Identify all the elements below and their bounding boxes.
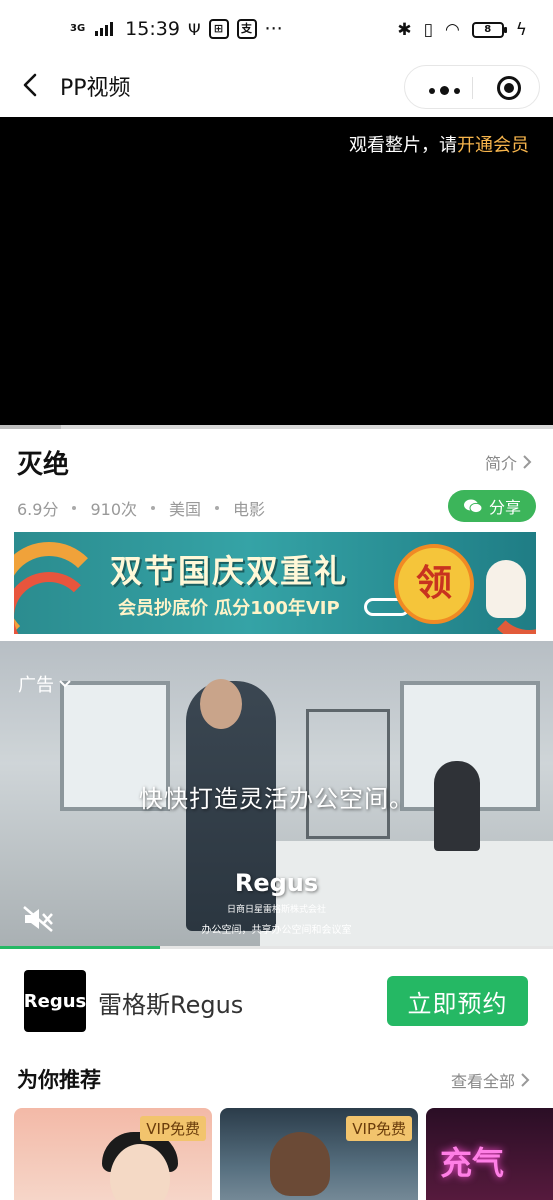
play-count: 910次 bbox=[90, 500, 137, 519]
more-dots-icon[interactable] bbox=[429, 86, 460, 95]
charging-icon: ϟ bbox=[515, 20, 527, 40]
category: 电影 bbox=[233, 500, 266, 519]
page: 3G 15:39 Ψ ⊞ 支 ··· ✱ ▯ ◠ 8 ϟ PP视频 观看整片，请… bbox=[0, 0, 553, 1200]
share-label: 分享 bbox=[488, 498, 521, 517]
poster-neon-text: 充气 bbox=[440, 1144, 505, 1182]
rabbit-illustration bbox=[486, 560, 526, 618]
app-notification-icon: ⊞ bbox=[208, 19, 229, 39]
ad-tagline: 办公空间，共享办公空间和会议室 bbox=[201, 925, 352, 936]
advertiser-logo[interactable]: Regus bbox=[24, 970, 86, 1032]
vip-free-badge: VIP免费 bbox=[140, 1116, 206, 1141]
status-left: 3G 15:39 Ψ ⊞ 支 ··· bbox=[70, 18, 283, 40]
back-icon[interactable] bbox=[18, 72, 44, 98]
ad-caption: 快快打造灵活办公空间。 bbox=[139, 785, 414, 813]
banner-subline: 会员抄底价 瓜分100年VIP bbox=[118, 598, 340, 619]
video-progress-bar[interactable] bbox=[0, 425, 553, 429]
page-title: PP视频 bbox=[60, 76, 131, 101]
separator-dot bbox=[72, 506, 77, 510]
ad-video[interactable]: 广告 快快打造灵活办公空间。 Regus 日商日星雷格斯株式会社 办公空间，共享… bbox=[0, 641, 553, 947]
video-player[interactable]: 观看整片，请开通会员 bbox=[0, 117, 553, 425]
vip-tip: 观看整片，请开通会员 bbox=[349, 131, 529, 157]
advertiser-name[interactable]: 雷格斯Regus bbox=[98, 985, 243, 1020]
recommend-card[interactable]: VIP免费 bbox=[220, 1108, 418, 1200]
movie-meta: 6.9分 910次 美国 电影 bbox=[17, 496, 265, 520]
movie-title: 灭绝 bbox=[17, 450, 70, 480]
score: 6.9分 bbox=[17, 500, 59, 519]
capsule-divider bbox=[472, 77, 473, 99]
close-miniprogram-icon[interactable] bbox=[497, 76, 521, 100]
ad-logo-subtitle: 日商日星雷格斯株式会社 bbox=[226, 905, 326, 915]
wechat-icon bbox=[463, 499, 483, 514]
separator-dot bbox=[215, 506, 220, 510]
status-right: ✱ ▯ ◠ 8 ϟ bbox=[397, 20, 527, 40]
status-bar: 3G 15:39 Ψ ⊞ 支 ··· ✱ ▯ ◠ 8 ϟ bbox=[0, 0, 553, 60]
vibrate-icon: ▯ bbox=[423, 20, 433, 40]
nav-bar: PP视频 bbox=[0, 60, 553, 117]
office-shelf bbox=[306, 709, 390, 839]
region: 美国 bbox=[169, 500, 202, 519]
poster-figure bbox=[270, 1132, 330, 1196]
book-now-button[interactable]: 立即预约 bbox=[387, 976, 528, 1026]
vip-tip-text: 观看整片，请 bbox=[349, 135, 457, 156]
battery-icon: 8 bbox=[471, 22, 507, 38]
ad-label-text: 广告 bbox=[18, 675, 54, 696]
man-head bbox=[200, 679, 242, 729]
miniprogram-capsule bbox=[404, 65, 540, 109]
bluetooth-icon: ✱ bbox=[397, 20, 412, 40]
chevron-down-icon bbox=[59, 680, 71, 688]
view-all-label: 查看全部 bbox=[450, 1072, 515, 1091]
share-button[interactable]: 分享 bbox=[448, 490, 536, 522]
banner-headline: 双节国庆双重礼 bbox=[110, 552, 349, 590]
view-all-link[interactable]: 查看全部 bbox=[451, 1068, 531, 1092]
more-notifications: ··· bbox=[264, 18, 283, 40]
signal-icon bbox=[95, 22, 114, 36]
intro-link[interactable]: 简介 bbox=[485, 450, 533, 474]
ad-progress-fill bbox=[0, 946, 161, 949]
ad-label[interactable]: 广告 bbox=[18, 671, 72, 697]
ad-logo: Regus bbox=[234, 869, 319, 897]
chevron-right-icon bbox=[521, 1073, 530, 1087]
recommend-title: 为你推荐 bbox=[17, 1068, 101, 1092]
video-progress-fill bbox=[0, 425, 61, 429]
alipay-icon: 支 bbox=[236, 19, 257, 39]
separator-dot bbox=[151, 506, 155, 510]
chevron-right-icon bbox=[523, 455, 532, 469]
usb-icon: Ψ bbox=[187, 19, 201, 39]
recommend-card[interactable]: VIP免费 bbox=[14, 1108, 212, 1200]
open-vip-link[interactable]: 开通会员 bbox=[457, 135, 529, 156]
promo-banner[interactable]: 双节国庆双重礼 会员抄底价 瓜分100年VIP 领 bbox=[14, 532, 536, 634]
wifi-icon: ◠ bbox=[444, 20, 460, 40]
recommend-card[interactable]: 充气 bbox=[426, 1108, 553, 1200]
network-type: 3G bbox=[70, 23, 86, 34]
vip-free-badge: VIP免费 bbox=[346, 1116, 412, 1141]
claim-badge: 领 bbox=[394, 544, 474, 624]
mute-icon[interactable] bbox=[22, 905, 54, 933]
clock: 15:39 bbox=[125, 18, 180, 40]
intro-label: 简介 bbox=[484, 454, 517, 473]
ad-progress-bar bbox=[0, 946, 553, 949]
